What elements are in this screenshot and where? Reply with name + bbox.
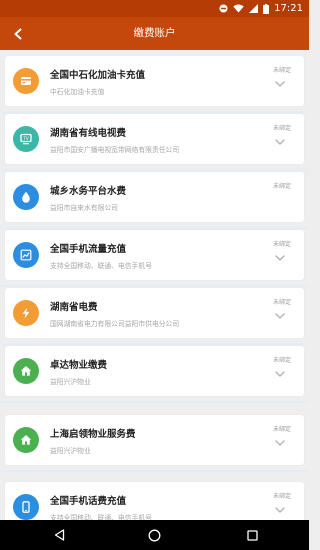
chevron-down-icon[interactable] bbox=[274, 439, 286, 447]
bind-status: 未绑定 bbox=[272, 493, 291, 500]
account-subtitle: 国网湖南省电力有限公司益阳市供电分公司 bbox=[50, 320, 180, 328]
chevron-down-icon[interactable] bbox=[274, 506, 286, 514]
nav-recents-icon bbox=[246, 529, 258, 541]
list-divider bbox=[0, 169, 309, 171]
app-bar: 缴费账户 bbox=[0, 17, 309, 50]
chevron-down-icon[interactable] bbox=[274, 312, 286, 320]
status-icons: 17:21 bbox=[219, 2, 303, 15]
nav-back-icon bbox=[54, 529, 64, 541]
account-card-zhuoda-property[interactable]: 卓达物业缴费 益阳兴沪物业 未绑定 bbox=[5, 346, 304, 396]
list-divider bbox=[0, 227, 309, 229]
signal-icon bbox=[249, 4, 259, 13]
bind-status: 未绑定 bbox=[272, 183, 291, 190]
list-divider bbox=[0, 285, 309, 287]
nav-home-icon bbox=[148, 529, 160, 541]
account-card-mobile-data[interactable]: 全国手机流量充值 支持全国移动、联通、电信手机号 未绑定 bbox=[5, 230, 304, 280]
account-subtitle: 中石化加油卡充值 bbox=[50, 88, 105, 96]
account-title: 城乡水务平台水费 bbox=[50, 186, 127, 197]
page-title: 缴费账户 bbox=[133, 27, 176, 39]
chevron-down-icon[interactable] bbox=[274, 80, 286, 88]
account-card-mobile-bill[interactable]: 全国手机话费充值 支持全国移动、联通、电信手机号 未绑定 bbox=[5, 482, 304, 520]
bind-status: 未绑定 bbox=[272, 125, 291, 132]
bind-status: 未绑定 bbox=[272, 299, 291, 306]
bind-status: 未绑定 bbox=[272, 67, 291, 74]
account-title: 全国中石化加油卡充值 bbox=[50, 70, 146, 81]
list-divider bbox=[0, 401, 309, 403]
fuel-icon bbox=[13, 68, 39, 94]
account-list: 全国中石化加油卡充值 中石化加油卡充值 未绑定 TV 湖南省有线电视费 益阳市国… bbox=[0, 50, 309, 520]
list-divider bbox=[0, 343, 309, 345]
account-card-sinopec-fuel[interactable]: 全国中石化加油卡充值 中石化加油卡充值 未绑定 bbox=[5, 56, 304, 106]
account-card-electricity[interactable]: 湖南省电费 国网湖南省电力有限公司益阳市供电分公司 未绑定 bbox=[5, 288, 304, 338]
tv-icon: TV bbox=[13, 126, 39, 152]
nav-back-button[interactable] bbox=[51, 527, 67, 543]
phone-icon bbox=[13, 494, 39, 520]
account-subtitle: 益阳市自来水有限公司 bbox=[50, 204, 118, 212]
chevron-down-icon[interactable] bbox=[274, 370, 286, 378]
bind-status: 未绑定 bbox=[272, 426, 291, 433]
account-title: 湖南省电费 bbox=[50, 302, 98, 313]
account-subtitle: 支持全国移动、联通、电信手机号 bbox=[50, 262, 152, 270]
account-title: 上海启领物业服务费 bbox=[50, 429, 136, 440]
status-time: 17:21 bbox=[274, 3, 303, 14]
bind-status: 未绑定 bbox=[272, 357, 291, 364]
nav-recents-button[interactable] bbox=[244, 527, 260, 543]
battery-icon bbox=[263, 3, 270, 14]
account-card-qiling-property[interactable]: 上海启领物业服务费 益阳兴沪物业 未绑定 bbox=[5, 415, 304, 465]
traffic-chart-icon bbox=[13, 242, 39, 268]
status-bar: 17:21 bbox=[0, 0, 309, 17]
account-card-cable-tv[interactable]: TV 湖南省有线电视费 益阳市国安广播电视宽带网络有限责任公司 未绑定 bbox=[5, 114, 304, 164]
account-title: 卓达物业缴费 bbox=[50, 360, 108, 371]
system-nav-bar bbox=[0, 520, 309, 550]
account-subtitle: 益阳市国安广播电视宽带网络有限责任公司 bbox=[50, 146, 180, 154]
wifi-icon bbox=[233, 4, 244, 13]
account-title: 全国手机话费充值 bbox=[50, 496, 127, 507]
account-title: 湖南省有线电视费 bbox=[50, 128, 127, 139]
list-divider bbox=[0, 111, 309, 113]
bind-status: 未绑定 bbox=[272, 241, 291, 248]
house-icon bbox=[13, 358, 39, 384]
account-title: 全国手机流量充值 bbox=[50, 244, 127, 255]
dnd-icon bbox=[219, 4, 228, 13]
account-subtitle: 益阳兴沪物业 bbox=[50, 378, 91, 386]
list-divider bbox=[0, 470, 309, 472]
chevron-down-icon[interactable] bbox=[274, 254, 286, 262]
svg-text:TV: TV bbox=[22, 136, 28, 141]
nav-home-button[interactable] bbox=[146, 527, 162, 543]
water-drop-icon bbox=[13, 184, 39, 210]
account-subtitle: 益阳兴沪物业 bbox=[50, 447, 91, 455]
lightning-icon bbox=[13, 300, 39, 326]
account-subtitle: 支持全国移动、联通、电信手机号 bbox=[50, 514, 152, 520]
house-icon bbox=[13, 427, 39, 453]
chevron-down-icon[interactable] bbox=[274, 138, 286, 146]
account-card-water[interactable]: 城乡水务平台水费 益阳市自来水有限公司 未绑定 bbox=[5, 172, 304, 222]
